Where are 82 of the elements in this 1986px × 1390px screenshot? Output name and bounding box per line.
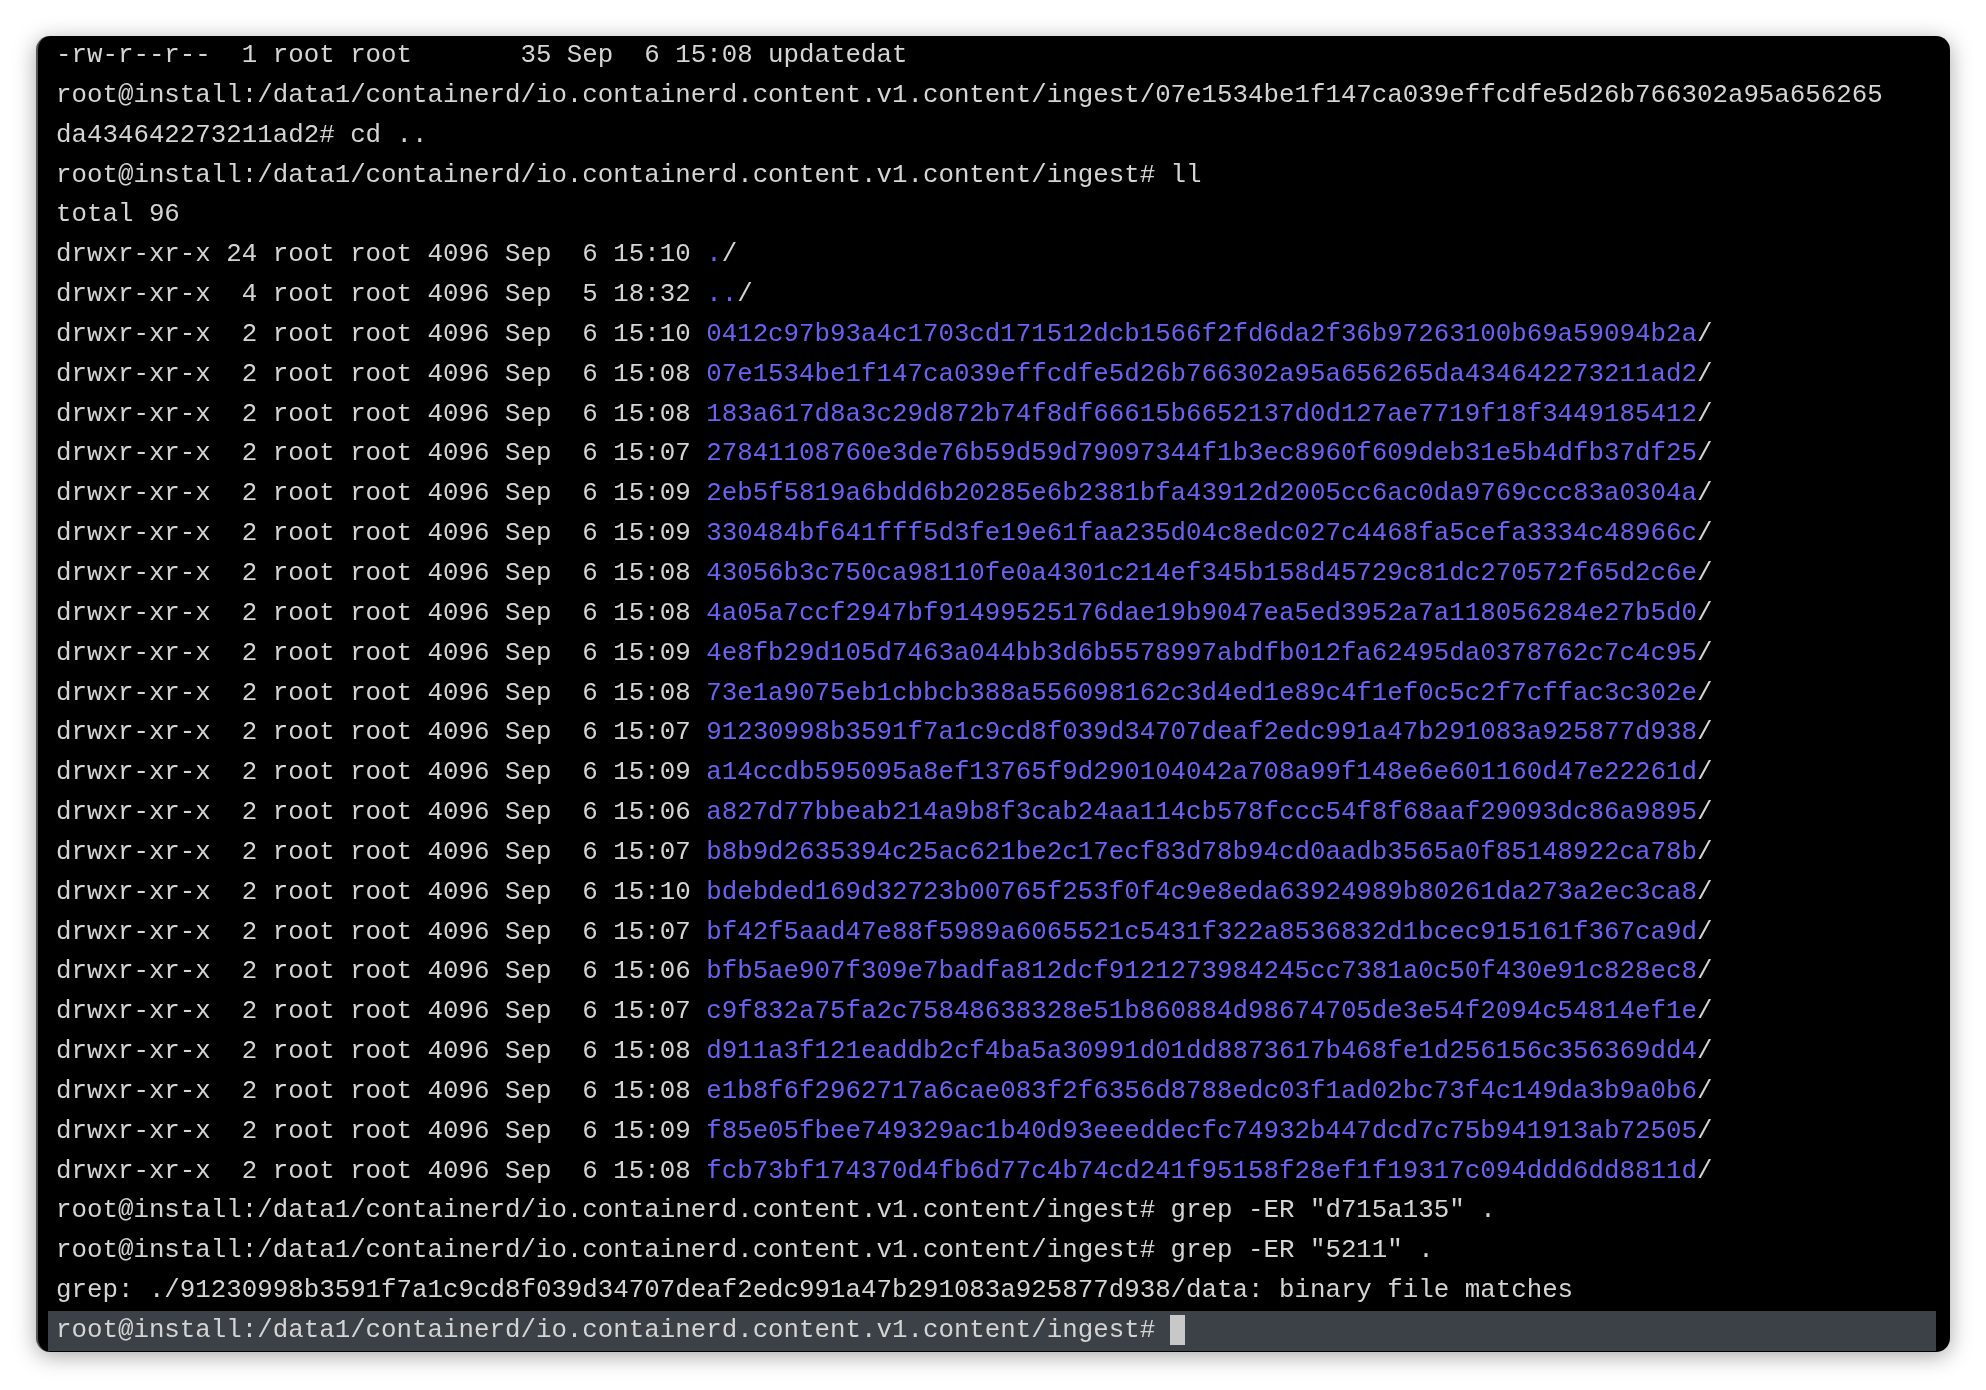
slash: / <box>1696 598 1713 628</box>
terminal-line: root@install:/data1/containerd/io.containerd.content.v1.content/ingest# grep -ER "5211" . <box>56 1236 1434 1266</box>
entry-details: drwxr-xr-x 24 root root 4096 Sep 6 15:10 <box>56 240 692 270</box>
slash: / <box>1696 399 1713 429</box>
slash: / <box>1696 558 1713 588</box>
directory-name: bdebded169d32723b00765f253f0f4c9e8eda63924989b80261da273a2ec3ca8 <box>706 877 1697 907</box>
directory-name: 0412c97b93a4c1703cd171512dcb1566f2fd6da2f36b97263100b69a59094b2a <box>706 319 1697 349</box>
directory-name: 183a617d8a3c29d872b74f8df66615b6652137d0d127ae7719f18f3449185412 <box>706 399 1697 429</box>
entry-details: drwxr-xr-x 2 root root 4096 Sep 6 15:08 <box>56 598 692 628</box>
terminal-line: root@install:/data1/containerd/io.containerd.content.v1.content/ingest# ll <box>56 160 1202 190</box>
directory-name: .. <box>706 280 738 310</box>
terminal-line: root@install:/data1/containerd/io.containerd.content.v1.content/ingest# grep -ER "d715a135" . <box>56 1196 1496 1226</box>
slash: / <box>721 240 738 270</box>
entry-details: drwxr-xr-x 2 root root 4096 Sep 6 15:07 <box>56 837 692 867</box>
entry-details: drwxr-xr-x 4 root root 4096 Sep 5 18:32 <box>56 280 692 310</box>
entry-details: drwxr-xr-x 2 root root 4096 Sep 6 15:08 <box>56 678 692 708</box>
slash: / <box>1696 758 1713 788</box>
directory-name: 330484bf641fff5d3fe19e61faa235d04c8edc027c4468fa5cefa3334c48966c <box>706 519 1697 549</box>
entry-details: drwxr-xr-x 2 root root 4096 Sep 6 15:08 <box>56 359 692 389</box>
slash: / <box>1696 1156 1713 1186</box>
terminal-line: grep: ./91230998b3591f7a1c9cd8f039d34707deaf2edc991a47b291083a925877d938/data: binary file matches <box>56 1276 1574 1306</box>
entry-details: drwxr-xr-x 2 root root 4096 Sep 6 15:08 <box>56 1037 692 1067</box>
directory-name: a827d77bbeab214a9b8f3cab24aa114cb578fccc54f8f68aaf29093dc86a9895 <box>706 798 1697 828</box>
shell-prompt: root@install:/data1/containerd/io.containerd.content.v1.content/ingest# <box>56 1316 1156 1345</box>
cursor-icon <box>1170 1315 1186 1346</box>
slash: / <box>1696 798 1713 828</box>
directory-name: 73e1a9075eb1cbbcb388a556098162c3d4ed1e89c4f1ef0c5c2f7cffac3c302e <box>706 678 1697 708</box>
directory-name: bfb5ae907f309e7badfa812dcf9121273984245cc7381a0c50f430e91c828ec8 <box>706 957 1697 987</box>
directory-name: b8b9d2635394c25ac621be2c17ecf83d78b94cd0aadb3565a0f85148922ca78b <box>706 837 1697 867</box>
slash: / <box>1696 359 1713 389</box>
slash: / <box>1696 519 1713 549</box>
directory-name: e1b8f6f2962717a6cae083f2f6356d8788edc03f1ad02bc73f4c149da3b9a0b6 <box>706 1076 1697 1106</box>
entry-details: drwxr-xr-x 2 root root 4096 Sep 6 15:07 <box>56 439 692 469</box>
entry-details: drwxr-xr-x 2 root root 4096 Sep 6 15:06 <box>56 957 692 987</box>
directory-name: a14ccdb595095a8ef13765f9d290104042a708a99f148e6e601160d47e22261d <box>706 758 1697 788</box>
entry-details: drwxr-xr-x 2 root root 4096 Sep 6 15:09 <box>56 519 692 549</box>
directory-name: 27841108760e3de76b59d59d79097344f1b3ec8960f609deb31e5b4dfb37df25 <box>706 439 1697 469</box>
directory-name: fcb73bf174370d4fb6d77c4b74cd241f95158f28ef1f19317c094ddd6dd8811d <box>706 1156 1697 1186</box>
slash: / <box>1696 479 1713 509</box>
slash: / <box>1696 997 1713 1027</box>
directory-name: c9f832a75fa2c75848638328e51b860884d98674705de3e54f2094c54814ef1e <box>706 997 1697 1027</box>
slash: / <box>1696 439 1713 469</box>
slash: / <box>737 280 753 310</box>
entry-details: drwxr-xr-x 2 root root 4096 Sep 6 15:09 <box>56 1116 692 1146</box>
directory-name: 91230998b3591f7a1c9cd8f039d34707deaf2edc991a47b291083a925877d938 <box>706 718 1697 748</box>
terminal-line: -rw-r--r-- 1 root root 35 Sep 6 15:08 updatedat <box>56 41 908 70</box>
entry-details: drwxr-xr-x 2 root root 4096 Sep 6 15:10 <box>56 319 692 349</box>
entry-details: drwxr-xr-x 2 root root 4096 Sep 6 15:09 <box>56 758 692 788</box>
terminal-line: da434642273211ad2# cd .. <box>56 120 428 150</box>
entry-details: drwxr-xr-x 2 root root 4096 Sep 6 15:08 <box>56 1076 692 1106</box>
slash: / <box>1696 877 1713 907</box>
directory-name: . <box>706 240 722 270</box>
terminal-line: total 96 <box>56 200 180 230</box>
directory-name: 4e8fb29d105d7463a044bb3d6b5578997abdfb012fa62495da0378762c7c4c95 <box>706 638 1697 668</box>
slash: / <box>1696 718 1713 748</box>
entry-details: drwxr-xr-x 2 root root 4096 Sep 6 15:08 <box>56 399 692 429</box>
entry-details: drwxr-xr-x 2 root root 4096 Sep 6 15:09 <box>56 479 692 509</box>
directory-name: 2eb5f5819a6bdd6b20285e6b2381bfa43912d2005cc6ac0da9769ccc83a0304a <box>706 479 1697 509</box>
entry-details: drwxr-xr-x 2 root root 4096 Sep 6 15:07 <box>56 997 692 1027</box>
slash: / <box>1696 1076 1713 1106</box>
slash: / <box>1696 957 1713 987</box>
slash: / <box>1696 1116 1713 1146</box>
entry-details: drwxr-xr-x 2 root root 4096 Sep 6 15:10 <box>56 877 692 907</box>
slash: / <box>1696 319 1713 349</box>
entry-details: drwxr-xr-x 2 root root 4096 Sep 6 15:08 <box>56 1156 692 1186</box>
slash: / <box>1696 917 1713 947</box>
slash: / <box>1696 638 1713 668</box>
slash: / <box>1696 678 1713 708</box>
entry-details: drwxr-xr-x 2 root root 4096 Sep 6 15:06 <box>56 798 692 828</box>
entry-details: drwxr-xr-x 2 root root 4096 Sep 6 15:09 <box>56 638 692 668</box>
directory-name: d911a3f121eaddb2cf4ba5a30991d01dd8873617b468fe1d256156c356369dd4 <box>706 1037 1697 1067</box>
terminal-line: root@install:/data1/containerd/io.containerd.content.v1.content/ingest/07e1534be1f147ca039effcdfe5d26b766302a95a656265 <box>56 80 1883 110</box>
directory-name: bf42f5aad47e88f5989a6065521c5431f322a8536832d1bcec915161f367ca9d <box>706 917 1697 947</box>
directory-name: 43056b3c750ca98110fe0a4301c214ef345b158d45729c81dc270572f65d2c6e <box>706 558 1697 588</box>
directory-name: f85e05fbee749329ac1b40d93eeeddecfc74932b447dcd7c75b941913ab72505 <box>706 1116 1697 1146</box>
slash: / <box>1696 837 1713 867</box>
entry-details: drwxr-xr-x 2 root root 4096 Sep 6 15:07 <box>56 917 692 947</box>
directory-name: 07e1534be1f147ca039effcdfe5d26b766302a95a656265da434642273211ad2 <box>706 359 1697 389</box>
directory-name: 4a05a7ccf2947bf91499525176dae19b9047ea5ed3952a7a118056284e27b5d0 <box>706 598 1697 628</box>
entry-details: drwxr-xr-x 2 root root 4096 Sep 6 15:08 <box>56 558 692 588</box>
entry-details: drwxr-xr-x 2 root root 4096 Sep 6 15:07 <box>56 718 692 748</box>
slash: / <box>1696 1037 1713 1067</box>
